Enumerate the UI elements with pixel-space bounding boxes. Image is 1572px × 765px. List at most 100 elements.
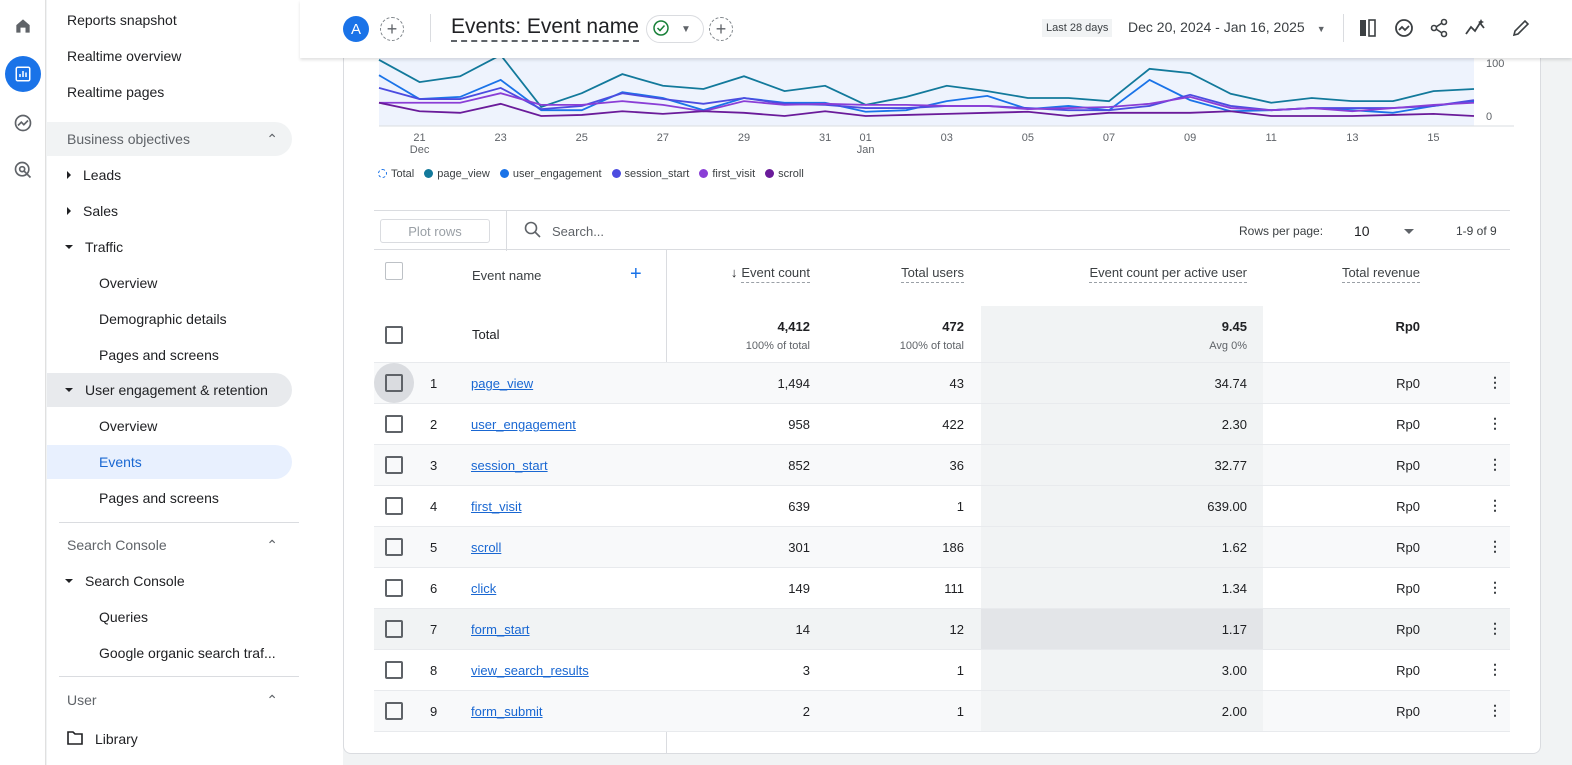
event-name-link[interactable]: page_view <box>471 376 533 391</box>
more-vert-icon[interactable]: ⋮ <box>1488 374 1502 391</box>
sidebar-item-leads[interactable]: Leads <box>47 158 292 192</box>
folder-icon <box>67 730 83 748</box>
row-index: 7 <box>430 622 438 637</box>
sparkle-insights-icon[interactable] <box>1462 15 1488 41</box>
total-label: Total <box>472 327 500 342</box>
date-range-picker[interactable]: Dec 20, 2024 - Jan 16, 2025 ▼ <box>1128 19 1326 35</box>
sidebar-item-traffic[interactable]: Traffic <box>47 230 292 264</box>
more-vert-icon[interactable]: ⋮ <box>1488 702 1502 719</box>
sidebar-item-sales[interactable]: Sales <box>47 194 292 228</box>
add-comparison-button[interactable]: + <box>380 17 404 41</box>
row-checkbox[interactable] <box>385 497 403 515</box>
search-input[interactable]: Search... <box>524 221 604 242</box>
event-name-link[interactable]: form_start <box>471 622 530 637</box>
compare-icon[interactable] <box>1355 15 1381 41</box>
row-checkbox[interactable] <box>385 579 403 597</box>
explore-icon[interactable] <box>5 105 41 141</box>
caret-right-icon <box>67 207 71 215</box>
table-toolbar: Plot rows Search... Rows per page: 10 1-… <box>374 210 1510 251</box>
nav-rail <box>0 0 46 765</box>
plot-rows-button[interactable]: Plot rows <box>380 219 490 243</box>
sort-desc-icon: ↓ <box>730 265 738 280</box>
page-title[interactable]: Events: Event name <box>451 14 639 42</box>
legend-item[interactable]: first_visit <box>699 168 755 180</box>
total-users: 1 <box>956 663 964 678</box>
sidebar-item-traffic-overview[interactable]: Overview <box>47 266 292 300</box>
legend-item[interactable]: Total <box>378 168 414 180</box>
section-user[interactable]: User ⌃ <box>47 683 292 717</box>
sidebar-item-traffic-pages[interactable]: Pages and screens <box>47 338 292 372</box>
divider <box>59 676 299 677</box>
more-vert-icon[interactable]: ⋮ <box>1488 415 1502 432</box>
more-vert-icon[interactable]: ⋮ <box>1488 538 1502 555</box>
event-count: 301 <box>788 540 810 555</box>
share-icon[interactable] <box>1426 15 1452 41</box>
row-checkbox[interactable] <box>385 415 403 433</box>
sidebar-item-google-organic[interactable]: Google organic search traf... <box>47 636 292 670</box>
date-preset-label[interactable]: Last 28 days <box>1042 19 1113 37</box>
col-total-users[interactable]: Total users <box>901 265 964 283</box>
comparison-avatar[interactable]: A <box>343 16 369 42</box>
sidebar-item-ue-pages[interactable]: Pages and screens <box>47 481 292 515</box>
event-name-link[interactable]: view_search_results <box>471 663 589 678</box>
sidebar-item-realtime-pages[interactable]: Realtime pages <box>47 75 292 109</box>
advertising-icon[interactable] <box>5 152 41 188</box>
caret-down-icon: ▼ <box>681 23 691 35</box>
sidebar-item-realtime-overview[interactable]: Realtime overview <box>47 39 292 73</box>
legend-item[interactable]: user_engagement <box>499 168 602 180</box>
edit-icon[interactable] <box>1508 15 1534 41</box>
insights-icon[interactable] <box>1391 15 1417 41</box>
event-name-link[interactable]: session_start <box>471 458 548 473</box>
total-users: 472 <box>942 319 964 334</box>
reports-icon[interactable] <box>5 56 41 92</box>
col-total-revenue[interactable]: Total revenue <box>1341 265 1420 283</box>
sidebar-item-user-engagement[interactable]: User engagement & retention <box>47 373 292 407</box>
add-filter-button[interactable]: + <box>709 17 733 41</box>
caret-down-icon[interactable] <box>1404 229 1414 234</box>
sidebar-item-events[interactable]: Events <box>47 445 292 479</box>
row-checkbox[interactable] <box>385 326 403 344</box>
rows-per-page-select[interactable]: 10 <box>1354 223 1370 239</box>
sidebar-item-queries[interactable]: Queries <box>47 600 292 634</box>
add-dimension-icon[interactable]: + <box>630 263 642 286</box>
row-checkbox[interactable] <box>385 702 403 720</box>
status-dropdown[interactable]: ▼ <box>646 15 704 43</box>
sidebar-item-demographic-details[interactable]: Demographic details <box>47 302 292 336</box>
more-vert-icon[interactable]: ⋮ <box>1488 661 1502 678</box>
select-all-checkbox[interactable] <box>385 262 403 280</box>
event-name-link[interactable]: first_visit <box>471 499 522 514</box>
event-name-link[interactable]: click <box>471 581 496 596</box>
sidebar-item-search-console[interactable]: Search Console <box>47 564 292 598</box>
event-name-link[interactable]: user_engagement <box>471 417 576 432</box>
row-index: 8 <box>430 663 438 678</box>
row-checkbox[interactable] <box>385 374 403 392</box>
event-name-link[interactable]: form_submit <box>471 704 543 719</box>
sidebar-item-library[interactable]: Library <box>47 722 292 756</box>
legend-item[interactable]: session_start <box>611 168 689 180</box>
per-active-user: 1.17 <box>1221 622 1247 637</box>
legend-item[interactable]: page_view <box>424 168 490 180</box>
x-tick-label: 01 <box>860 132 872 144</box>
more-vert-icon[interactable]: ⋮ <box>1488 620 1502 637</box>
row-checkbox[interactable] <box>385 620 403 638</box>
more-vert-icon[interactable]: ⋮ <box>1488 456 1502 473</box>
row-checkbox[interactable] <box>385 661 403 679</box>
col-event-name[interactable]: Event name <box>472 268 541 283</box>
event-name-link[interactable]: scroll <box>471 540 501 555</box>
row-checkbox[interactable] <box>385 538 403 556</box>
col-event-count[interactable]: ↓ Event count <box>730 265 810 283</box>
col-per-active-user[interactable]: Event count per active user <box>1089 265 1247 283</box>
more-vert-icon[interactable]: ⋮ <box>1488 497 1502 514</box>
more-vert-icon[interactable]: ⋮ <box>1488 579 1502 596</box>
sidebar-item-reports-snapshot[interactable]: Reports snapshot <box>47 3 292 37</box>
highlight-cell <box>981 568 1263 608</box>
row-checkbox[interactable] <box>385 456 403 474</box>
caret-down-icon: ▼ <box>1316 24 1326 34</box>
section-search-console[interactable]: Search Console ⌃ <box>47 528 292 562</box>
sidebar-item-ue-overview[interactable]: Overview <box>47 409 292 443</box>
legend-item[interactable]: scroll <box>765 168 804 180</box>
home-icon[interactable] <box>5 8 41 44</box>
total-revenue: Rp0 <box>1396 540 1420 555</box>
total-revenue: Rp0 <box>1396 499 1420 514</box>
section-business-objectives[interactable]: Business objectives ⌃ <box>47 122 292 156</box>
